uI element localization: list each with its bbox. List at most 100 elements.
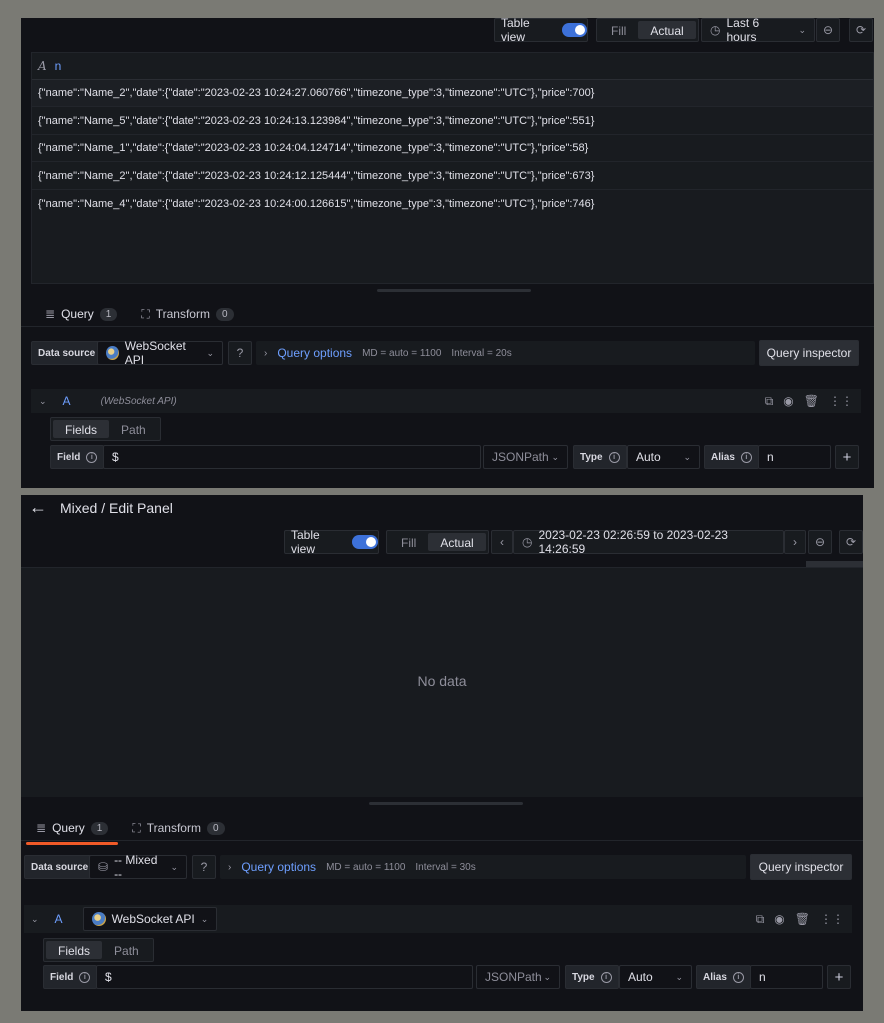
trash-icon[interactable]: 🗑 xyxy=(795,912,810,926)
resize-handle[interactable] xyxy=(369,802,523,805)
collapse-chevron-icon[interactable]: ⌄ xyxy=(31,914,39,925)
fields-path-switch[interactable]: Fields Path xyxy=(50,417,161,441)
jsonpath-select[interactable]: JSONPath ⌄ xyxy=(476,965,560,989)
duplicate-query-icon[interactable]: ⧉ xyxy=(765,394,774,409)
tab-query-label: Query xyxy=(61,307,94,321)
query-datasource-value: WebSocket API xyxy=(111,912,195,926)
tab-query[interactable]: ≣ Query 1 xyxy=(35,301,128,331)
data-source-picker[interactable]: WebSocket API ⌄ xyxy=(97,339,223,367)
query-count-badge: 1 xyxy=(90,821,109,835)
data-source-value: WebSocket API xyxy=(124,339,186,367)
field-label: Field i xyxy=(43,965,98,989)
table-view-switch[interactable] xyxy=(561,23,587,37)
refresh-button[interactable]: ⟳ xyxy=(839,530,863,554)
query-options-bar[interactable]: › Query options MD = auto = 1100 Interva… xyxy=(220,855,746,879)
plus-icon: + xyxy=(842,448,852,466)
query-ref-id[interactable]: A xyxy=(55,912,63,926)
zoom-out-icon: ⊖ xyxy=(814,535,826,549)
data-source-help-button[interactable]: ? xyxy=(192,855,216,879)
editor-tabs: ≣ Query 1 ⛶ Transform 0 xyxy=(26,815,235,845)
info-icon: i xyxy=(86,451,98,463)
type-select[interactable]: Auto ⌄ xyxy=(619,965,692,989)
fill-actual-switch[interactable]: Fill Actual xyxy=(386,530,489,554)
query-inspector-button[interactable]: Query inspector xyxy=(759,340,859,366)
time-back-button[interactable]: ‹ xyxy=(491,530,513,554)
table-view-toggle[interactable]: Table view xyxy=(494,18,588,44)
md-text: MD = auto = 1100 xyxy=(326,861,406,873)
zoom-out-button[interactable]: ⊖ xyxy=(816,18,840,42)
table-view-label: Table view xyxy=(291,528,320,556)
resize-handle[interactable] xyxy=(377,289,531,292)
fields-path-switch[interactable]: Fields Path xyxy=(43,938,154,962)
field-label-text: Field xyxy=(57,451,81,463)
field-label-text: Field xyxy=(50,971,74,983)
table-row: {"name":"Name_2","date":{"date":"2023-02… xyxy=(32,163,873,190)
back-arrow-icon[interactable]: ← xyxy=(29,497,47,518)
path-tab[interactable]: Path xyxy=(109,420,158,438)
tab-transform[interactable]: ⛶ Transform 0 xyxy=(131,301,243,327)
no-data-text: No data xyxy=(417,673,467,689)
clock-icon: ◷ xyxy=(522,535,533,549)
fields-tab[interactable]: Fields xyxy=(53,420,110,438)
field-input[interactable]: $ xyxy=(103,445,481,469)
time-range-picker[interactable]: ◷ 2023-02-23 02:26:59 to 2023-02-23 14:2… xyxy=(513,528,784,556)
add-field-button[interactable]: + xyxy=(827,965,851,989)
time-range-picker[interactable]: ◷ Last 6 hours ⌄ xyxy=(701,18,815,44)
refresh-button[interactable]: ⟳ xyxy=(849,18,873,42)
chevron-down-icon: ⌄ xyxy=(170,861,178,872)
actual-option[interactable]: Actual xyxy=(638,21,696,39)
chevron-down-icon: ⌄ xyxy=(683,451,691,462)
actual-option[interactable]: Actual xyxy=(428,533,486,551)
alias-label-text: Alias xyxy=(711,451,735,463)
add-field-button[interactable]: + xyxy=(835,445,859,469)
chevron-right-icon: › xyxy=(228,861,232,873)
tab-transform-label: Transform xyxy=(146,821,201,835)
info-icon: i xyxy=(732,971,744,983)
table-view-switch[interactable] xyxy=(352,535,378,549)
data-source-help-button[interactable]: ? xyxy=(228,341,252,365)
time-forward-button[interactable]: › xyxy=(784,530,806,554)
field-input[interactable]: $ xyxy=(96,965,473,989)
alias-input[interactable]: n xyxy=(758,445,831,469)
type-select[interactable]: Auto ⌄ xyxy=(627,445,700,469)
transform-count-badge: 0 xyxy=(206,821,225,835)
alias-label: Alias i xyxy=(704,445,759,469)
path-tab[interactable]: Path xyxy=(102,941,151,959)
fill-actual-switch[interactable]: Fill Actual xyxy=(596,18,699,42)
collapse-chevron-icon[interactable]: ⌄ xyxy=(39,396,47,407)
duplicate-query-icon[interactable]: ⧉ xyxy=(756,912,765,927)
type-label-text: Type xyxy=(572,971,595,983)
jsonpath-select[interactable]: JSONPath ⌄ xyxy=(483,445,568,469)
table-view-toggle[interactable]: Table view xyxy=(284,528,379,556)
query-options-label: Query options xyxy=(277,346,353,360)
query-inspector-button[interactable]: Query inspector xyxy=(750,854,852,880)
fields-tab[interactable]: Fields xyxy=(46,941,103,959)
column-header-n[interactable]: n xyxy=(55,59,62,73)
tab-transform[interactable]: ⛶ Transform 0 xyxy=(122,815,234,841)
time-range-label: Last 6 hours xyxy=(726,18,760,44)
eye-icon[interactable]: ◉ xyxy=(783,394,793,408)
zoom-out-button[interactable]: ⊖ xyxy=(808,530,832,554)
plus-icon: + xyxy=(834,968,844,986)
query-count-badge: 1 xyxy=(99,307,118,321)
chevron-down-icon: ⌄ xyxy=(206,347,214,358)
fill-option[interactable]: Fill xyxy=(599,21,638,39)
drag-handle-icon[interactable]: ⋮⋮ xyxy=(829,394,853,408)
type-label-text: Type xyxy=(580,451,603,463)
query-options-bar[interactable]: › Query options MD = auto = 1100 Interva… xyxy=(256,341,755,365)
data-source-picker[interactable]: ⛁ -- Mixed -- ⌄ xyxy=(89,853,187,881)
query-datasource-picker[interactable]: WebSocket API ⌄ xyxy=(82,907,218,931)
query-ref-id[interactable]: A xyxy=(63,394,71,408)
md-text: MD = auto = 1100 xyxy=(362,347,442,359)
websocket-logo-icon xyxy=(91,912,106,926)
websocket-logo-icon xyxy=(106,346,119,360)
fill-option[interactable]: Fill xyxy=(389,533,428,551)
drag-handle-icon[interactable]: ⋮⋮ xyxy=(820,912,844,926)
trash-icon[interactable]: 🗑 xyxy=(804,394,819,408)
eye-icon[interactable]: ◉ xyxy=(774,912,784,926)
alias-input[interactable]: n xyxy=(750,965,823,989)
tab-query[interactable]: ≣ Query 1 xyxy=(26,815,119,845)
table-row: {"name":"Name_2","date":{"date":"2023-02… xyxy=(32,80,873,107)
help-icon: ? xyxy=(200,860,208,874)
info-icon: i xyxy=(608,451,620,463)
